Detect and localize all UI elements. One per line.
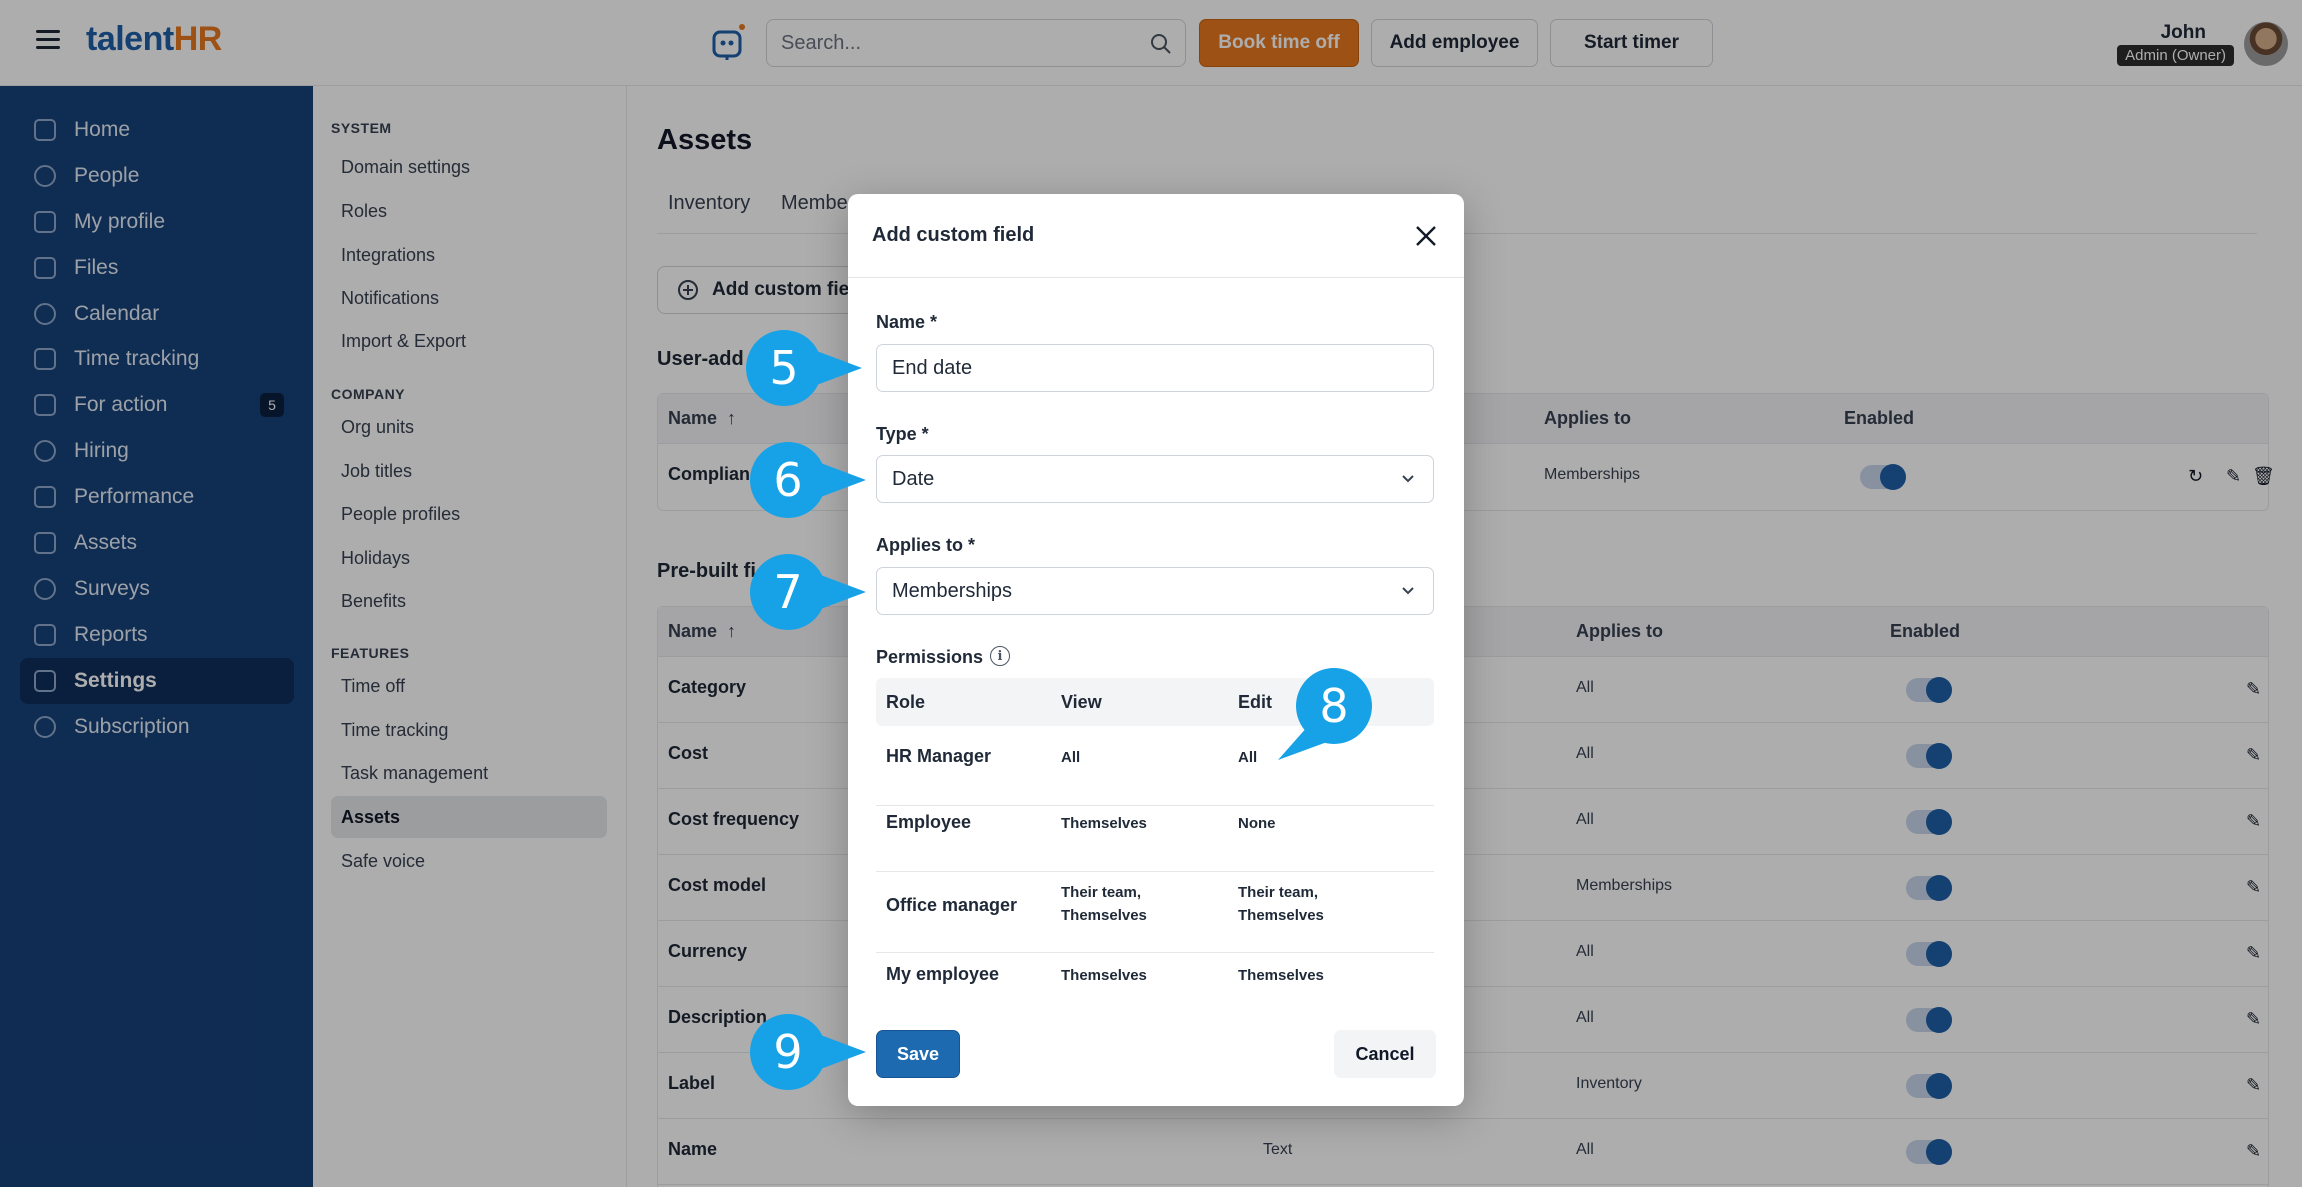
perm-column-role: Role — [886, 692, 926, 712]
applies-to-selected-value: Memberships — [892, 580, 1013, 602]
name-field[interactable] — [876, 344, 1434, 392]
close-icon[interactable] — [1414, 224, 1438, 248]
step-callout-7: 7 — [748, 552, 866, 632]
permission-role: Office manager — [886, 895, 1018, 915]
step-callout-6: 6 — [748, 440, 866, 520]
dialog-title: Add custom field — [872, 224, 1035, 246]
callout-number: 6 — [773, 453, 803, 507]
permission-row: My employee Themselves Themselves — [876, 952, 1434, 1008]
dialog-header: Add custom field — [848, 194, 1464, 278]
permission-row: Office manager Their team, Themselves Thei… — [876, 871, 1434, 953]
step-callout-8: 8 — [1278, 666, 1386, 760]
info-icon[interactable]: i — [990, 646, 1010, 666]
permission-view-value[interactable]: All — [1061, 746, 1080, 769]
chevron-down-icon — [1402, 587, 1414, 595]
type-select[interactable]: Date — [876, 455, 1434, 503]
chevron-down-icon — [1402, 475, 1414, 483]
perm-column-edit: Edit — [1238, 692, 1272, 712]
permission-role: Employee — [886, 812, 972, 832]
permission-view-value[interactable]: Themselves — [1061, 964, 1147, 987]
permission-row: Employee Themselves None — [876, 800, 1434, 872]
permission-edit-value[interactable]: None — [1238, 812, 1276, 835]
callout-number: 5 — [769, 341, 799, 395]
type-selected-value: Date — [892, 468, 935, 490]
type-label: Type * — [876, 424, 929, 444]
permission-view-value[interactable]: Themselves — [1061, 812, 1147, 835]
permission-role: My employee — [886, 964, 1000, 984]
permission-edit-value[interactable]: Themselves — [1238, 964, 1324, 987]
name-label: Name * — [876, 312, 938, 332]
permission-edit-value[interactable]: All — [1238, 746, 1257, 769]
permission-edit-value[interactable]: Their team, Themselves — [1238, 881, 1324, 927]
cancel-button[interactable]: Cancel — [1334, 1030, 1436, 1078]
permission-view-value[interactable]: Their team, Themselves — [1061, 881, 1147, 927]
perm-column-view: View — [1061, 692, 1102, 712]
step-callout-5: 5 — [744, 328, 862, 408]
add-custom-field-dialog: Add custom field Name * Type * Date Appl… — [848, 194, 1464, 1106]
callout-number: 8 — [1319, 679, 1349, 733]
step-callout-9: 9 — [748, 1012, 866, 1092]
save-button[interactable]: Save — [876, 1030, 960, 1078]
applies-to-label: Applies to * — [876, 535, 976, 555]
applies-to-select[interactable]: Memberships — [876, 567, 1434, 615]
permissions-label: Permissions — [876, 647, 984, 667]
callout-number: 9 — [773, 1025, 803, 1079]
permission-role: HR Manager — [886, 746, 992, 766]
callout-number: 7 — [773, 565, 803, 619]
